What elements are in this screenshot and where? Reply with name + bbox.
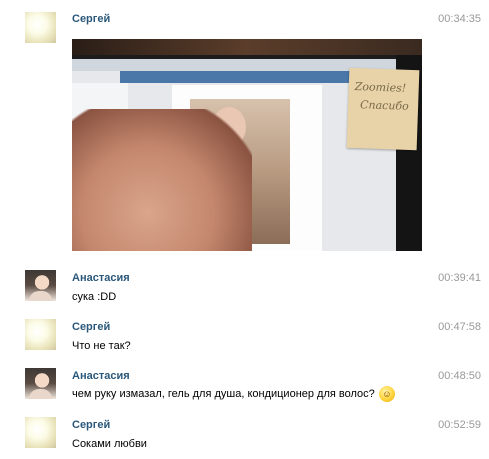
sticky-note-line2: Спасибо bbox=[359, 98, 409, 113]
message-time: 00:47:58 bbox=[438, 321, 481, 333]
author-name[interactable]: Анастасия bbox=[72, 370, 130, 382]
photo-hand bbox=[72, 109, 252, 251]
photo-attachment[interactable]: Zoomies! Спасибо bbox=[72, 39, 422, 251]
message-time: 00:52:59 bbox=[438, 419, 481, 431]
message-text-row: чем руку измазал, гель для душа, кондици… bbox=[72, 386, 395, 402]
message-time: 00:39:41 bbox=[438, 272, 481, 284]
photo-background bbox=[72, 39, 422, 55]
avatar[interactable] bbox=[25, 12, 56, 43]
message-text: чем руку измазал, гель для душа, кондици… bbox=[72, 387, 375, 400]
sticky-note: Zoomies! Спасибо bbox=[346, 67, 420, 151]
author-name[interactable]: Анастасия bbox=[72, 272, 130, 284]
avatar-figure bbox=[29, 291, 52, 301]
message-text: Что не так? bbox=[72, 340, 131, 352]
avatar[interactable] bbox=[25, 319, 56, 350]
avatar[interactable] bbox=[25, 417, 56, 448]
message-text: Соками любви bbox=[72, 438, 147, 450]
avatar[interactable] bbox=[25, 368, 56, 399]
sticky-note-line1: Zoomies! bbox=[354, 80, 407, 95]
message-text: сука :DD bbox=[72, 291, 117, 303]
laughing-emoji-icon: ☺ bbox=[378, 386, 395, 402]
author-name[interactable]: Сергей bbox=[72, 321, 110, 333]
message-time: 00:34:35 bbox=[438, 13, 481, 25]
avatar-figure bbox=[29, 389, 52, 399]
author-name[interactable]: Сергей bbox=[72, 13, 110, 25]
avatar[interactable] bbox=[25, 270, 56, 301]
message-time: 00:48:50 bbox=[438, 370, 481, 382]
author-name[interactable]: Сергей bbox=[72, 419, 110, 431]
